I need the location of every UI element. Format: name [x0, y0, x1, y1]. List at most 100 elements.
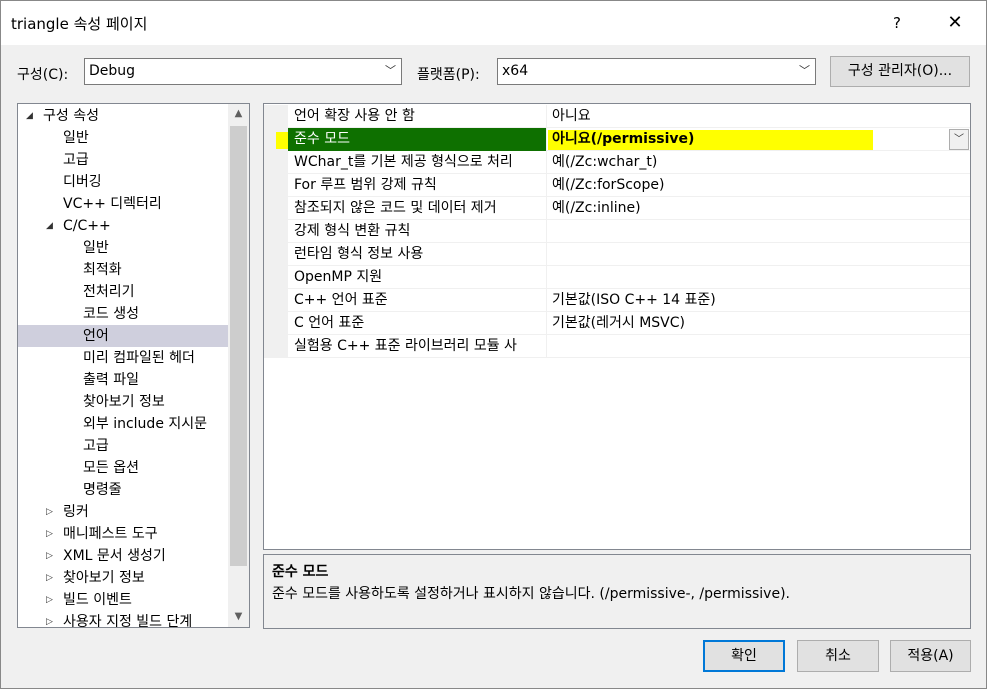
tree-item-label: 고급: [63, 152, 89, 168]
tree-item[interactable]: ▷ 링커: [18, 501, 228, 523]
tree-item-label: VC++ 디렉터리: [63, 196, 162, 212]
chevron-down-icon: ﹀: [799, 64, 810, 77]
row-gutter: [264, 151, 288, 174]
ok-button[interactable]: 확인: [703, 640, 785, 672]
property-row[interactable]: 준수 모드 아니요(/permissive) ﹀: [264, 128, 970, 151]
help-button[interactable]: ?: [871, 5, 923, 41]
row-gutter: [264, 243, 288, 266]
property-row[interactable]: 런타임 형식 정보 사용: [264, 243, 970, 266]
property-value[interactable]: 아니요: [548, 105, 948, 128]
expand-arrow-icon[interactable]: ▷: [46, 567, 58, 589]
tree-item-label: C/C++: [63, 218, 111, 234]
configuration-manager-button[interactable]: 구성 관리자(O)...: [830, 56, 970, 87]
tree-item-label: 명령줄: [83, 482, 122, 498]
property-row[interactable]: For 루프 범위 강제 규칙 예(/Zc:forScope): [264, 174, 970, 197]
tree-item[interactable]: ◢ 구성 속성: [18, 105, 228, 127]
property-row[interactable]: C 언어 표준 기본값(레거시 MSVC): [264, 312, 970, 335]
tree-item[interactable]: 출력 파일: [18, 369, 228, 391]
tree-item-label: 일반: [83, 240, 109, 256]
window-title: triangle 속성 페이지: [11, 15, 148, 33]
property-value[interactable]: [548, 266, 948, 289]
property-value[interactable]: 예(/Zc:inline): [548, 197, 948, 220]
property-value[interactable]: [548, 220, 948, 243]
property-name: 런타임 형식 정보 사용: [288, 243, 547, 266]
chevron-down-icon: ﹀: [385, 64, 396, 77]
tree-item[interactable]: 전처리기: [18, 281, 228, 303]
cancel-button[interactable]: 취소: [797, 640, 879, 672]
property-row[interactable]: OpenMP 지원: [264, 266, 970, 289]
platform-select-value: x64: [502, 63, 529, 79]
tree-item-label: 고급: [83, 438, 109, 454]
tree-item[interactable]: 최적화: [18, 259, 228, 281]
tree-item[interactable]: ▷ 매니페스트 도구: [18, 523, 228, 545]
property-row[interactable]: C++ 언어 표준 기본값(ISO C++ 14 표준): [264, 289, 970, 312]
row-gutter: [264, 335, 288, 358]
expand-arrow-icon[interactable]: ▷: [46, 501, 58, 523]
tree-item[interactable]: 모든 옵션: [18, 457, 228, 479]
tree-item[interactable]: 외부 include 지시문: [18, 413, 228, 435]
description-title: 준수 모드: [272, 564, 329, 580]
collapse-arrow-icon[interactable]: ◢: [26, 105, 38, 127]
tree-item[interactable]: 코드 생성: [18, 303, 228, 325]
tree-item[interactable]: 명령줄: [18, 479, 228, 501]
platform-select[interactable]: x64 ﹀: [497, 58, 816, 85]
apply-button[interactable]: 적용(A): [890, 640, 971, 672]
tree-item[interactable]: 찾아보기 정보: [18, 391, 228, 413]
tree-item[interactable]: 고급: [18, 149, 228, 171]
tree-item[interactable]: ▷ 빌드 이벤트: [18, 589, 228, 611]
property-row[interactable]: WChar_t를 기본 제공 형식으로 처리 예(/Zc:wchar_t): [264, 151, 970, 174]
property-name: 강제 형식 변환 규칙: [288, 220, 547, 243]
tree-item[interactable]: ◢ C/C++: [18, 215, 228, 237]
config-select-value: Debug: [89, 63, 136, 79]
property-row[interactable]: 참조되지 않은 코드 및 데이터 제거 예(/Zc:inline): [264, 197, 970, 220]
scroll-thumb[interactable]: [230, 126, 247, 566]
expand-arrow-icon[interactable]: ▷: [46, 589, 58, 611]
dropdown-arrow-icon[interactable]: ﹀: [949, 129, 969, 150]
tree-item[interactable]: ▷ 사용자 지정 빌드 단계: [18, 611, 228, 628]
expand-arrow-icon[interactable]: ▷: [46, 611, 58, 627]
tree-item-label: 사용자 지정 빌드 단계: [63, 614, 193, 628]
tree-item[interactable]: 디버깅: [18, 171, 228, 193]
row-gutter: [264, 266, 288, 289]
tree-item-label: 출력 파일: [83, 372, 139, 388]
description-text: 준수 모드를 사용하도록 설정하거나 표시하지 않습니다. (/permissi…: [272, 586, 790, 602]
tree-item[interactable]: 일반: [18, 237, 228, 259]
property-value[interactable]: 예(/Zc:wchar_t): [548, 151, 948, 174]
property-grid[interactable]: 언어 확장 사용 안 함 아니요 준수 모드 아니요(/permissive) ﹀ WCh…: [263, 103, 971, 550]
row-gutter: [264, 312, 288, 335]
scroll-down-icon[interactable]: ▼: [228, 607, 249, 627]
property-value[interactable]: 예(/Zc:forScope): [548, 174, 948, 197]
tree-item[interactable]: 고급: [18, 435, 228, 457]
tree-item[interactable]: ▷ XML 문서 생성기: [18, 545, 228, 567]
property-row[interactable]: 강제 형식 변환 규칙: [264, 220, 970, 243]
tree-item[interactable]: 언어: [18, 325, 228, 347]
config-select[interactable]: Debug ﹀: [84, 58, 402, 85]
description-panel: 준수 모드 준수 모드를 사용하도록 설정하거나 표시하지 않습니다. (/pe…: [263, 554, 971, 629]
collapse-arrow-icon[interactable]: ◢: [46, 215, 58, 237]
property-value[interactable]: 기본값(ISO C++ 14 표준): [548, 289, 948, 312]
tree-item-label: 일반: [63, 130, 89, 146]
property-row[interactable]: 언어 확장 사용 안 함 아니요: [264, 105, 970, 128]
tree-scrollbar[interactable]: ▲ ▼: [228, 104, 249, 627]
property-value[interactable]: 아니요(/permissive): [548, 128, 948, 151]
tree-item[interactable]: VC++ 디렉터리: [18, 193, 228, 215]
tree-item-label: XML 문서 생성기: [63, 548, 166, 564]
expand-arrow-icon[interactable]: ▷: [46, 523, 58, 545]
platform-label: 플랫폼(P):: [417, 67, 480, 83]
expand-arrow-icon[interactable]: ▷: [46, 545, 58, 567]
row-gutter: [264, 174, 288, 197]
close-button[interactable]: ✕: [929, 5, 981, 41]
property-value[interactable]: [548, 243, 948, 266]
tree-item[interactable]: 미리 컴파일된 헤더: [18, 347, 228, 369]
property-value[interactable]: [548, 335, 948, 358]
property-row[interactable]: 실험용 C++ 표준 라이브러리 모듈 사: [264, 335, 970, 358]
tree-item-label: 찾아보기 정보: [83, 394, 165, 410]
property-value[interactable]: 기본값(레거시 MSVC): [548, 312, 948, 335]
property-tree[interactable]: ◢ 구성 속성 일반 고급 디버깅 VC++ 디렉터리 ◢ C/C++ 일반 최적화 전처리기 코드 …: [17, 103, 250, 628]
property-name: OpenMP 지원: [288, 266, 547, 289]
scroll-up-icon[interactable]: ▲: [228, 104, 249, 124]
tree-item-label: 최적화: [83, 262, 122, 278]
tree-item[interactable]: 일반: [18, 127, 228, 149]
tree-item[interactable]: ▷ 찾아보기 정보: [18, 567, 228, 589]
tree-item-label: 구성 속성: [43, 108, 99, 124]
